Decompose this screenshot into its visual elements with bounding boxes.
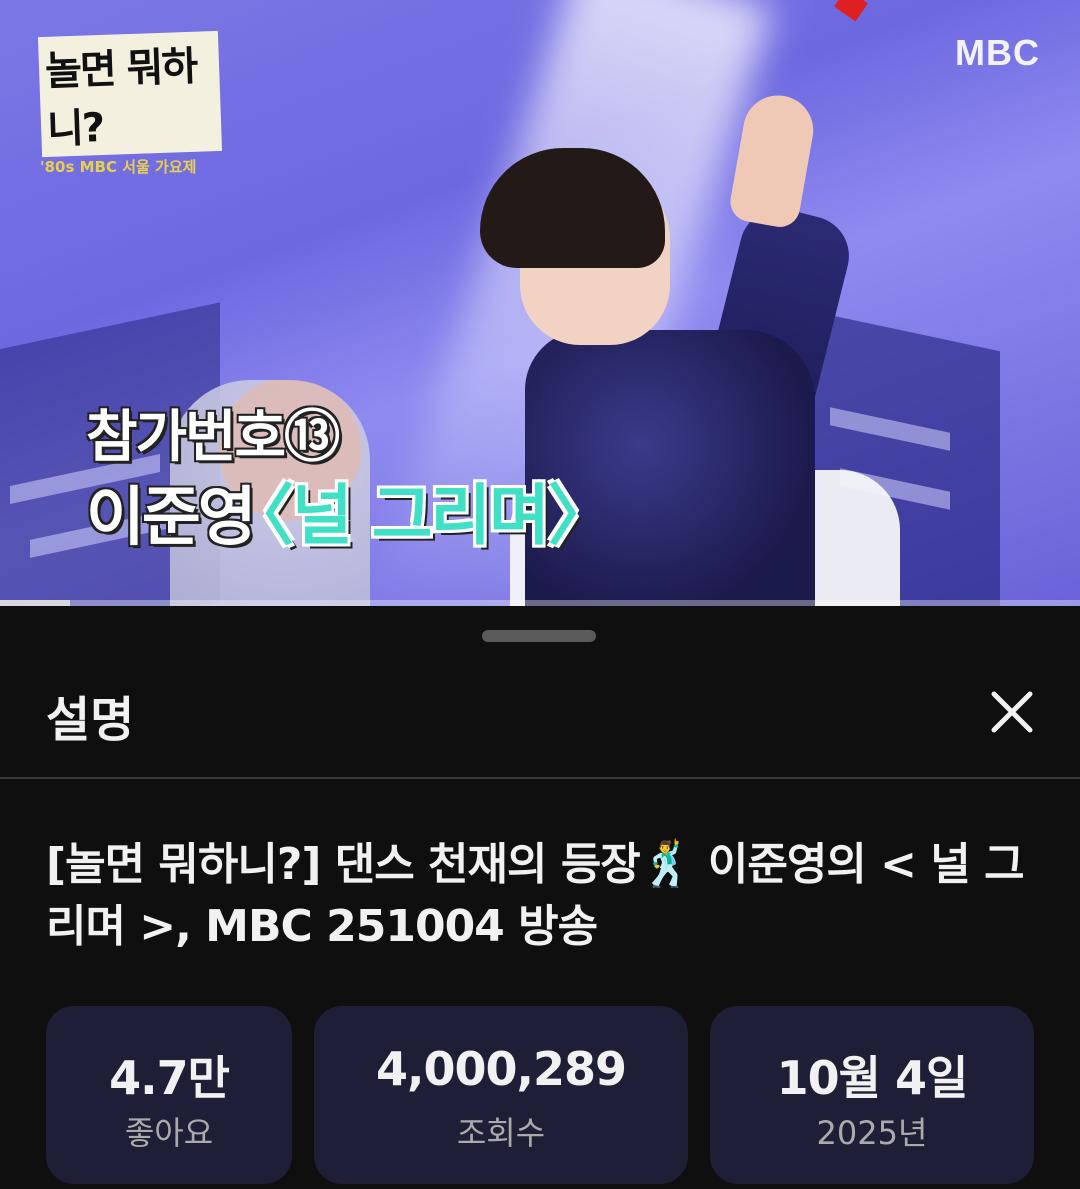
views-stat: 4,000,289 조회수 <box>314 1006 688 1184</box>
close-button[interactable] <box>982 682 1042 742</box>
caption-song-title: 〈널 그리며〉 <box>228 477 614 554</box>
likes-label: 좋아요 <box>124 1114 214 1152</box>
show-logo: 놀면 뭐하니? '80s MBC 서울 가요제 <box>37 30 223 177</box>
video-player[interactable]: 놀면 뭐하니? '80s MBC 서울 가요제 MBC 참가번호⑬ 이준영 〈널… <box>0 0 1080 606</box>
video-title: [놀면 뭐하니?] 댄스 천재의 등장🕺 이준영의 < 널 그리며 >, MBC… <box>46 839 1025 952</box>
upload-year: 2025년 <box>816 1114 928 1152</box>
upload-date: 10월 4일 <box>776 1051 969 1105</box>
views-count: 4,000,289 <box>376 1042 627 1096</box>
drag-handle[interactable] <box>482 630 596 642</box>
close-icon <box>991 691 1033 733</box>
dancer-hand <box>727 89 819 231</box>
show-logo-subtitle: '80s MBC 서울 가요제 <box>40 158 197 176</box>
views-label: 조회수 <box>456 1114 546 1152</box>
caption-entry-number: 참가번호⑬ <box>86 405 340 470</box>
sheet-title: 설명 <box>46 692 135 748</box>
red-marker <box>834 0 868 22</box>
channel-logo: MBC <box>955 32 1040 73</box>
description-sheet: 설명 [놀면 뭐하니?] 댄스 천재의 등장🕺 이준영의 < 널 그리며 >, … <box>0 606 1080 1189</box>
divider <box>0 777 1080 779</box>
upload-date-stat: 10월 4일 2025년 <box>710 1006 1034 1184</box>
likes-count: 4.7만 <box>109 1051 230 1105</box>
show-logo-text: 놀면 뭐하니? <box>37 30 223 158</box>
likes-stat: 4.7만 좋아요 <box>46 1006 292 1184</box>
